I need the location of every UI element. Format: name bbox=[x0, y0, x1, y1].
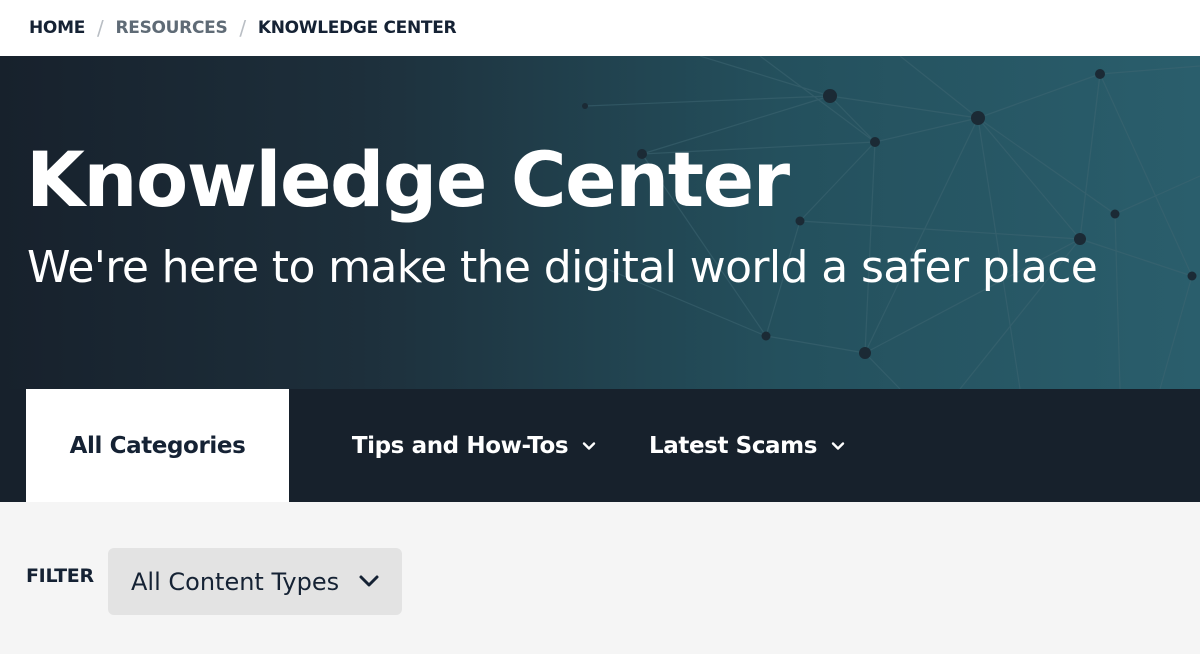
category-tabs: All Categories Tips and How-Tos Latest S… bbox=[0, 389, 1200, 502]
tab-label: Latest Scams bbox=[649, 432, 818, 459]
breadcrumb-separator: / bbox=[239, 16, 246, 40]
tab-tips-and-how-tos[interactable]: Tips and How-Tos bbox=[289, 389, 649, 502]
filter-section: FILTER All Content Types bbox=[0, 502, 1200, 654]
chevron-down-icon bbox=[831, 441, 845, 450]
breadcrumb-resources-link[interactable]: RESOURCES bbox=[115, 18, 227, 38]
breadcrumb-home-link[interactable]: HOME bbox=[29, 18, 85, 38]
hero-banner: Knowledge Center We're here to make the … bbox=[0, 56, 1200, 389]
tab-label: All Categories bbox=[69, 432, 246, 459]
page-title: Knowledge Center bbox=[26, 135, 790, 224]
filter-label: FILTER bbox=[26, 565, 94, 587]
content-type-select[interactable]: All Content Types bbox=[108, 548, 402, 615]
tab-latest-scams[interactable]: Latest Scams bbox=[649, 389, 879, 502]
breadcrumb: HOME / RESOURCES / KNOWLEDGE CENTER bbox=[0, 0, 1200, 56]
chevron-down-icon bbox=[359, 575, 379, 587]
breadcrumb-current: KNOWLEDGE CENTER bbox=[257, 18, 457, 38]
page-subtitle: We're here to make the digital world a s… bbox=[27, 242, 1098, 293]
content-type-selected-value: All Content Types bbox=[131, 567, 340, 596]
chevron-down-icon bbox=[582, 441, 596, 450]
tab-all-categories[interactable]: All Categories bbox=[26, 389, 289, 502]
breadcrumb-separator: / bbox=[97, 16, 104, 40]
tab-label: Tips and How-Tos bbox=[351, 432, 569, 459]
